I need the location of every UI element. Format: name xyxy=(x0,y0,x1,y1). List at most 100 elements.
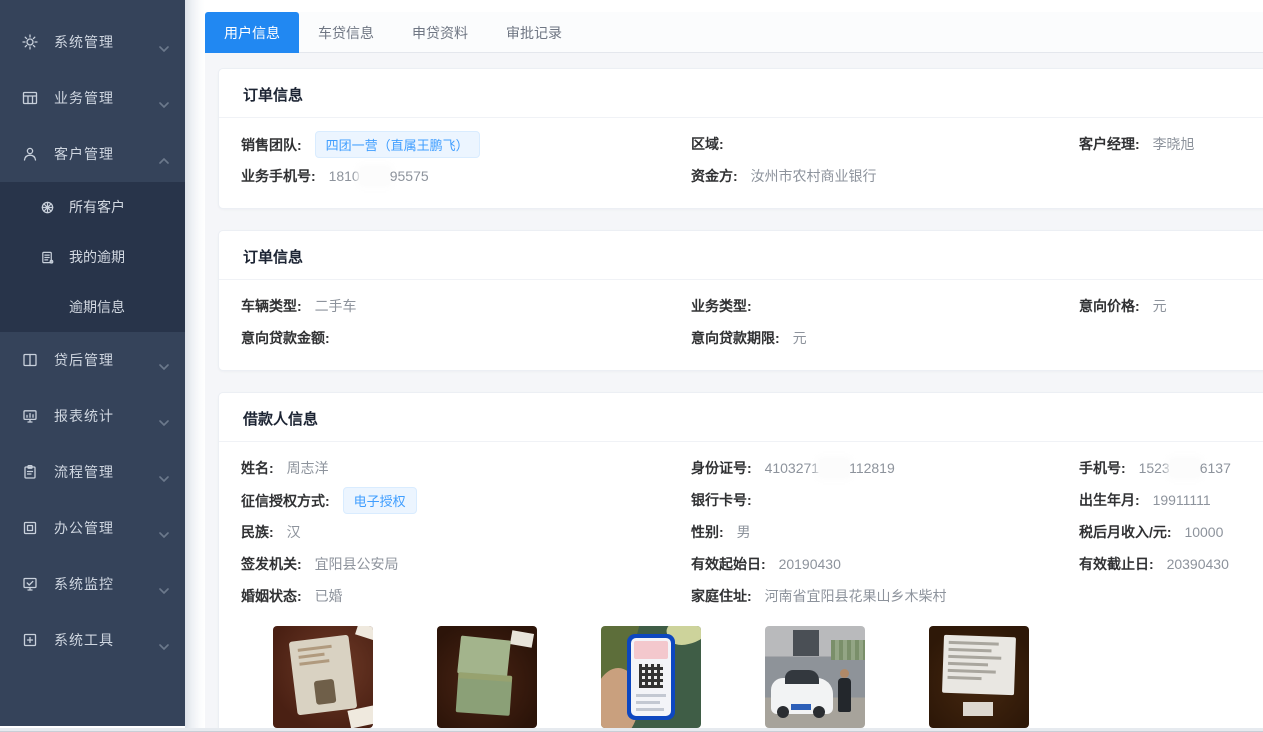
sidebar-item-system-management[interactable]: 系统管理 xyxy=(0,14,185,70)
chevron-down-icon xyxy=(159,357,169,363)
chevron-down-icon xyxy=(159,95,169,101)
field-label: 征信授权方式: xyxy=(241,493,330,509)
sidebar-item-label: 贷后管理 xyxy=(54,350,159,370)
sidebar-item-business-management[interactable]: 业务管理 xyxy=(0,70,185,126)
booklet-photo-thumbnail[interactable] xyxy=(437,626,537,728)
order-info-card: 订单信息 销售团队: 四团一营（直属王鹏飞） 区域: 客户经理: 李晓旭 xyxy=(218,68,1263,209)
field-value: 4103271112819 xyxy=(765,460,895,476)
field-value: 李晓旭 xyxy=(1153,136,1195,152)
field-value: 已婚 xyxy=(315,588,343,604)
field-label: 业务类型: xyxy=(691,298,752,314)
sidebar-item-report-statistics[interactable]: 报表统计 xyxy=(0,388,185,444)
field-label: 手机号: xyxy=(1079,460,1126,476)
customer-submenu: 所有客户 我的逾期 逾期信息 xyxy=(0,182,185,332)
sales-team-tag[interactable]: 四团一营（直属王鹏飞） xyxy=(315,131,480,158)
photo-green-booklet: 行驶证 xyxy=(437,626,537,732)
field-label: 签发机关: xyxy=(241,556,302,572)
field-label: 业务手机号: xyxy=(241,168,316,184)
sidebar-item-all-customers[interactable]: 所有客户 xyxy=(0,182,185,232)
sidebar-item-label: 办公管理 xyxy=(54,518,159,538)
sidebar-item-label: 逾期信息 xyxy=(69,297,125,317)
field-account-manager: 客户经理: 李晓旭 xyxy=(1079,134,1252,154)
field-value: 男 xyxy=(737,524,751,540)
sidebar-item-overdue-info[interactable]: 逾期信息 xyxy=(0,282,185,332)
monitor-check-icon xyxy=(22,576,38,592)
tab-car-loan-info[interactable]: 车贷信息 xyxy=(299,12,393,53)
field-sales-team: 销售团队: 四团一营（直属王鹏飞） xyxy=(241,131,691,158)
square-icon xyxy=(22,520,38,536)
field-value: 河南省宜阳县花果山乡木柴村 xyxy=(765,588,947,604)
field-gender: 性别: 男 xyxy=(691,522,1079,542)
sidebar-item-office-management[interactable]: 办公管理 xyxy=(0,500,185,556)
field-region: 区域: xyxy=(691,134,1079,154)
card-title: 借款人信息 xyxy=(243,411,318,428)
paper-document-photo-thumbnail[interactable] xyxy=(929,626,1029,728)
field-credit-auth: 征信授权方式: 电子授权 xyxy=(241,487,691,514)
card-body: 车辆类型: 二手车 业务类型: 意向价格: 元 意向贷款金额: xyxy=(219,280,1263,370)
main-content: 用户信息 车贷信息 申贷资料 审批记录 订单信息 销售团队: 四团一营（直属王鹏… xyxy=(205,0,1263,732)
sidebar-item-label: 系统管理 xyxy=(54,32,159,52)
card-body: 销售团队: 四团一营（直属王鹏飞） 区域: 客户经理: 李晓旭 业务手机号: xyxy=(219,118,1263,208)
field-value: 19911111 xyxy=(1153,492,1211,508)
sidebar-item-process-management[interactable]: 流程管理 xyxy=(0,444,185,500)
field-value: 20390430 xyxy=(1167,556,1229,572)
field-label: 银行卡号: xyxy=(691,492,752,508)
vehicle-photo-thumbnail[interactable] xyxy=(765,626,865,728)
field-label: 意向价格: xyxy=(1079,298,1140,314)
field-value: 15236137 xyxy=(1139,460,1231,476)
redaction-blur xyxy=(1171,460,1199,476)
book-icon xyxy=(22,352,38,368)
field-label: 销售团队: xyxy=(241,137,302,153)
phone-qr-photo-thumbnail[interactable] xyxy=(601,626,701,728)
field-funder: 资金方: 汝州市农村商业银行 xyxy=(691,166,1079,186)
tab-approval-records[interactable]: 审批记录 xyxy=(487,12,581,53)
field-birth-date: 出生年月: 19911111 xyxy=(1079,490,1252,510)
chevron-down-icon xyxy=(159,637,169,643)
sidebar-item-label: 所有客户 xyxy=(69,197,125,217)
field-valid-from: 有效起始日: 20190430 xyxy=(691,554,1079,574)
field-label: 性别: xyxy=(691,524,724,540)
field-value: 元 xyxy=(1153,298,1167,314)
field-label: 意向贷款期限: xyxy=(691,330,780,346)
sidebar: 系统管理 业务管理 客户管理 所有客户 我的逾期 逾期信息 贷后管理 报表统计 xyxy=(0,0,185,726)
tab-content: 订单信息 销售团队: 四团一营（直属王鹏飞） 区域: 客户经理: 李晓旭 xyxy=(205,53,1263,732)
field-value: 周志洋 xyxy=(287,460,329,476)
sidebar-item-system-tools[interactable]: 系统工具 xyxy=(0,612,185,668)
field-value: 20190430 xyxy=(779,556,841,572)
bottom-divider xyxy=(0,728,1263,732)
id-card-photo-thumbnail[interactable] xyxy=(273,626,373,728)
sidebar-item-my-overdue[interactable]: 我的逾期 xyxy=(0,232,185,282)
credit-auth-tag[interactable]: 电子授权 xyxy=(343,487,417,514)
sidebar-item-label: 业务管理 xyxy=(54,88,159,108)
field-value: 二手车 xyxy=(315,298,357,314)
sidebar-item-postloan-management[interactable]: 贷后管理 xyxy=(0,332,185,388)
sidebar-item-label: 系统工具 xyxy=(54,630,159,650)
chevron-down-icon xyxy=(159,413,169,419)
field-id-number: 身份证号: 4103271112819 xyxy=(691,458,1079,478)
tab-loan-application-docs[interactable]: 申贷资料 xyxy=(393,12,487,53)
field-intent-price: 意向价格: 元 xyxy=(1079,296,1252,316)
sidebar-item-label: 报表统计 xyxy=(54,406,159,426)
field-label: 意向贷款金额: xyxy=(241,330,330,346)
table-icon xyxy=(22,90,38,106)
field-business-type: 业务类型: xyxy=(691,296,1079,316)
chevron-up-icon xyxy=(159,151,169,157)
gear-icon xyxy=(22,34,38,50)
compass-icon xyxy=(40,200,55,215)
field-label: 有效截止日: xyxy=(1079,556,1154,572)
field-value: 宜阳县公安局 xyxy=(315,556,399,572)
field-bank-card: 银行卡号: xyxy=(691,490,1079,510)
field-vehicle-type: 车辆类型: 二手车 xyxy=(241,296,691,316)
borrower-info-card: 借款人信息 姓名: 周志洋 身份证号: 4103271112819 手机号: 1… xyxy=(218,392,1263,732)
sidebar-content-gutter xyxy=(185,0,205,732)
field-label: 婚姻状态: xyxy=(241,588,302,604)
tab-user-info[interactable]: 用户信息 xyxy=(205,12,299,53)
chevron-down-icon xyxy=(159,39,169,45)
chevron-down-icon xyxy=(159,581,169,587)
card-header: 订单信息 xyxy=(219,69,1263,118)
chevron-down-icon xyxy=(159,469,169,475)
sidebar-item-customer-management[interactable]: 客户管理 xyxy=(0,126,185,182)
photo-id-card: 身份证 xyxy=(273,626,373,732)
sidebar-item-system-monitor[interactable]: 系统监控 xyxy=(0,556,185,612)
field-marital-status: 婚姻状态: 已婚 xyxy=(241,586,691,606)
